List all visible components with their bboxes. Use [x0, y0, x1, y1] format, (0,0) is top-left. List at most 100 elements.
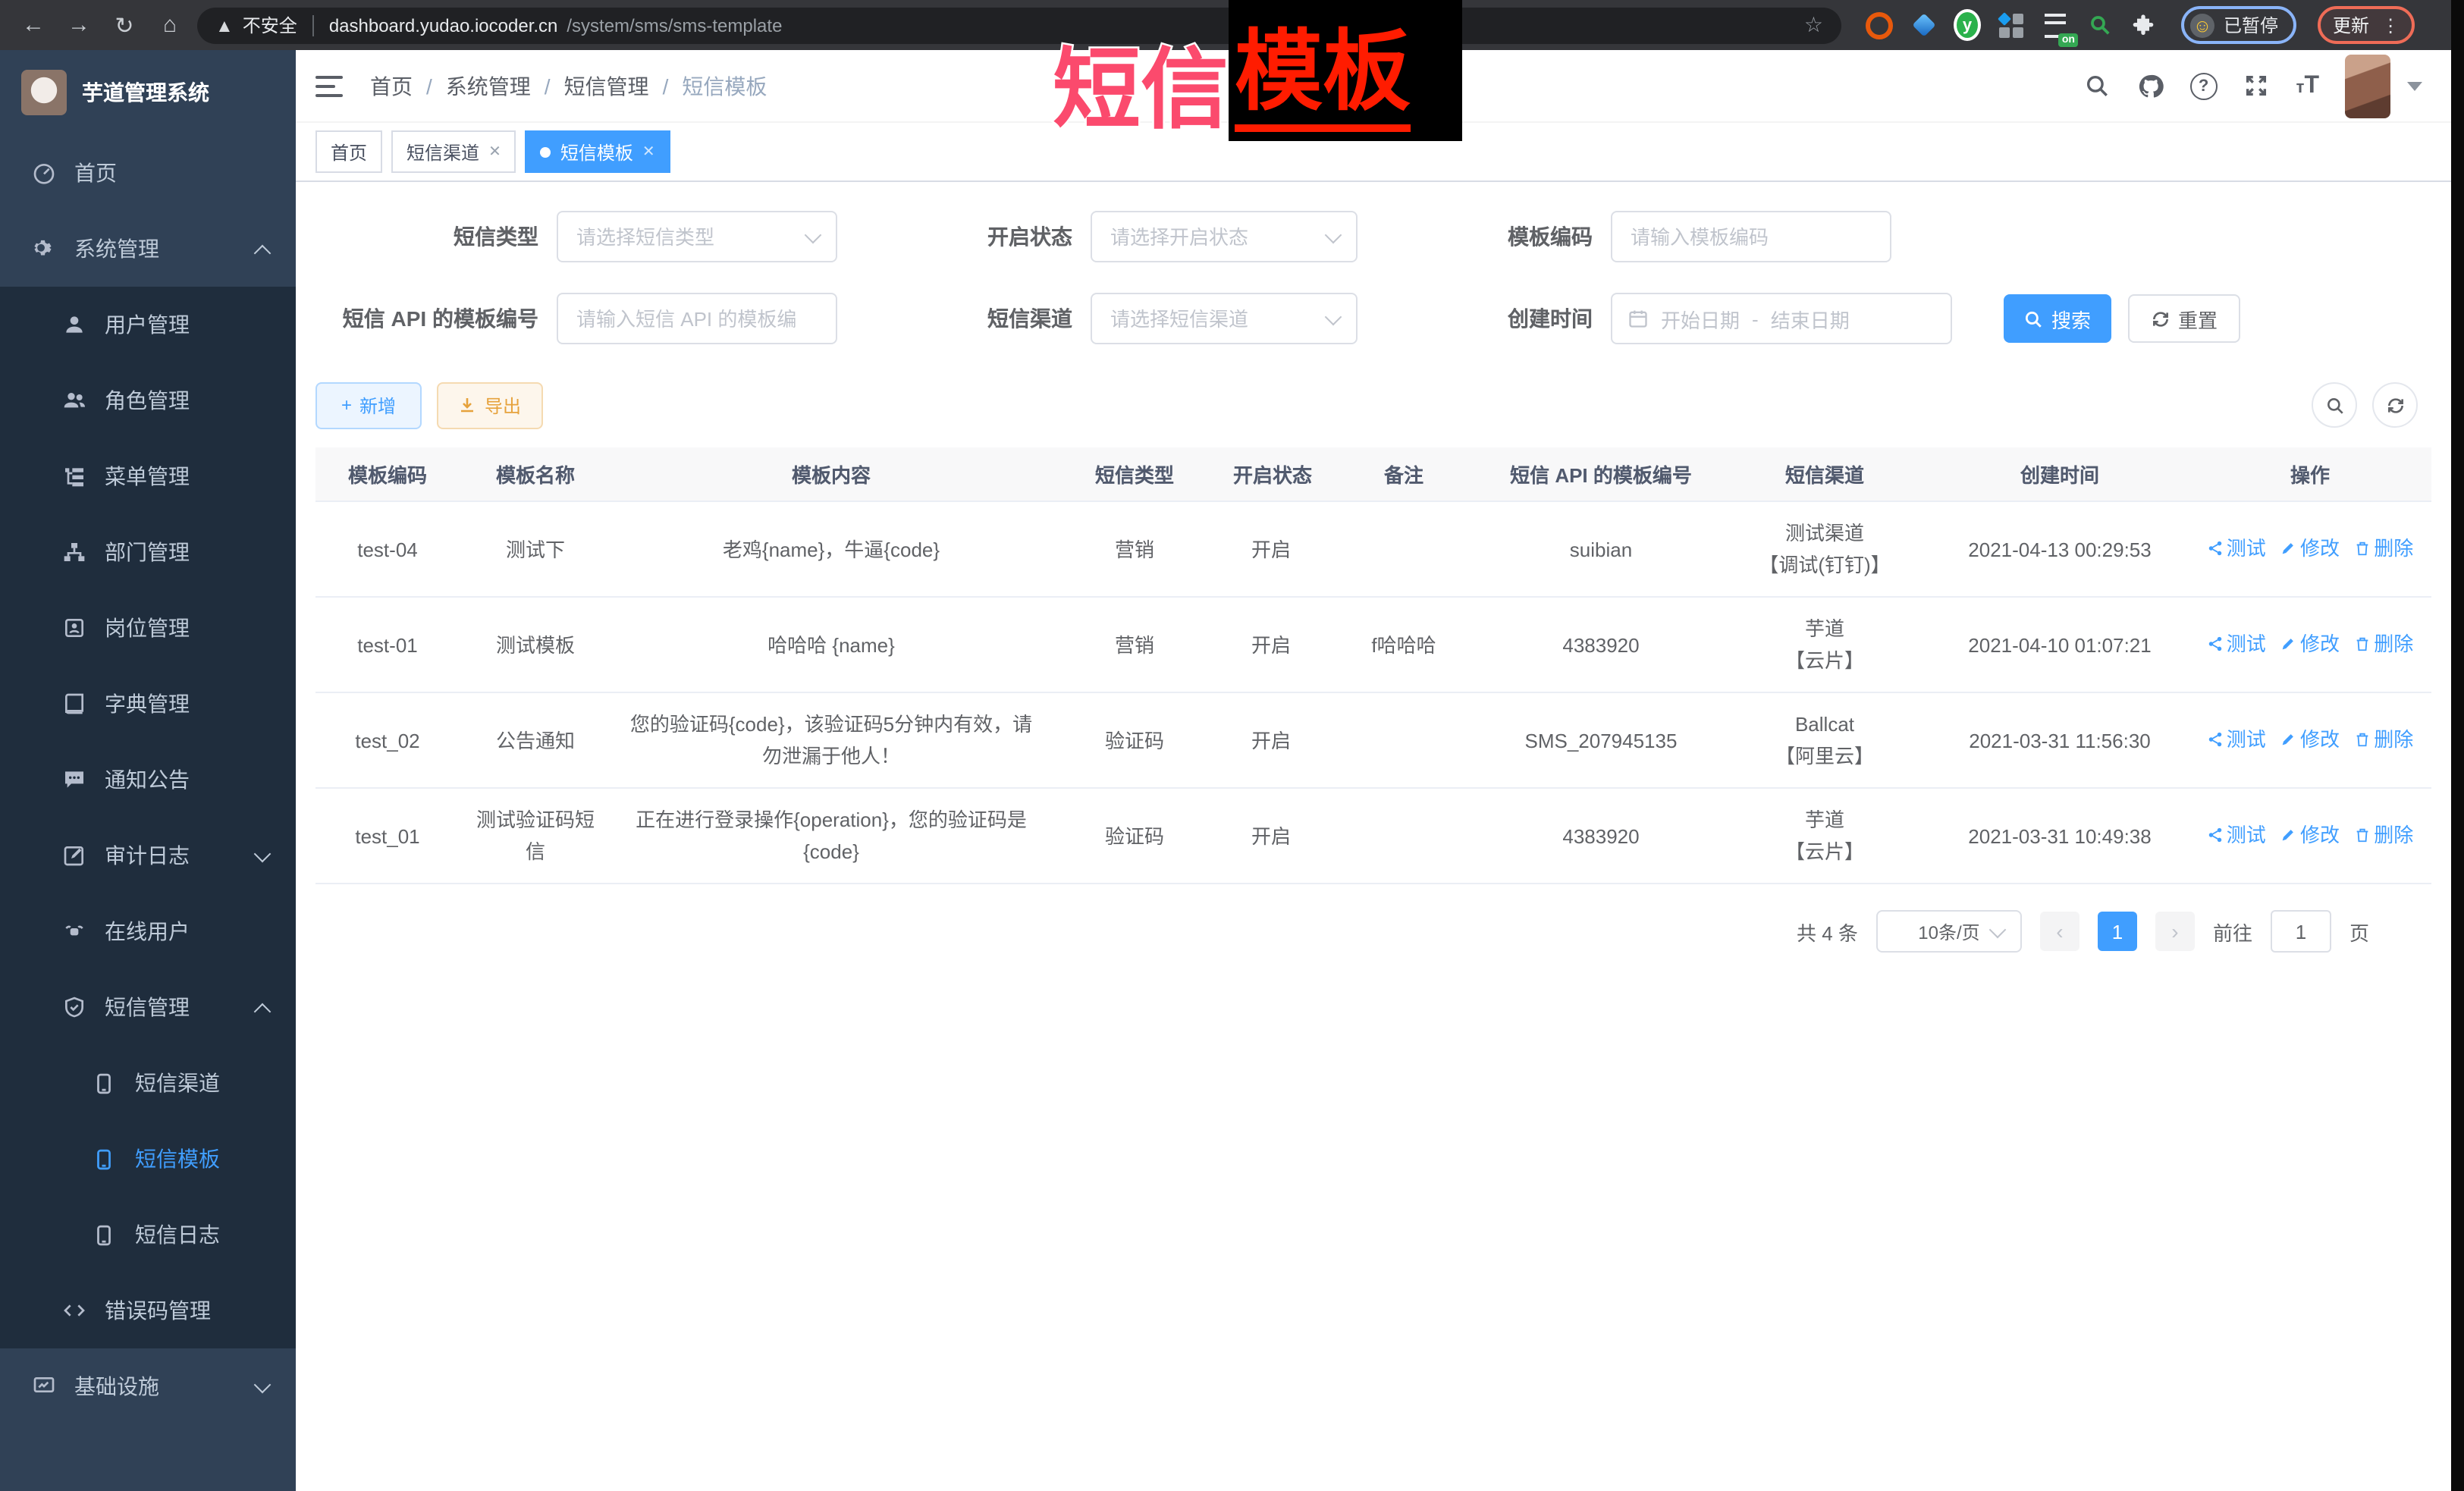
avatar-caret-icon[interactable] [2407, 81, 2422, 90]
export-button[interactable]: 导出 [437, 381, 543, 428]
user-avatar[interactable] [2345, 54, 2390, 118]
sidebar-item-departments[interactable]: 部门管理 [0, 514, 296, 590]
test-link[interactable]: 测试 [2207, 532, 2266, 564]
close-icon[interactable]: ✕ [488, 143, 501, 160]
edit-icon [2280, 636, 2297, 652]
test-link[interactable]: 测试 [2207, 724, 2266, 755]
browser-home-icon[interactable]: ⌂ [152, 7, 188, 43]
trash-icon [2354, 731, 2371, 748]
create-time-range-picker[interactable]: 开始日期 - 结束日期 [1611, 293, 1952, 344]
close-icon[interactable]: ✕ [642, 143, 655, 160]
add-button[interactable]: + 新增 [315, 381, 422, 428]
edit-link[interactable]: 修改 [2280, 532, 2340, 564]
extension-grid-icon[interactable] [1998, 11, 2025, 39]
screen: ← → ↻ ⌂ ▲ 不安全 dashboard.yudao.iocoder.cn… [0, 0, 2464, 1491]
col-type: 短信类型 [1051, 447, 1218, 501]
refresh-button[interactable] [2372, 382, 2418, 428]
sidebar-item-dicts[interactable]: 字典管理 [0, 666, 296, 742]
extension-blue-gem-icon[interactable] [1910, 11, 1937, 39]
help-icon[interactable]: ? [2190, 72, 2218, 99]
table-row: test-04 测试下 老鸡{name}，牛逼{code} 营销 开启 suib… [315, 501, 2431, 597]
status-select[interactable] [1091, 211, 1358, 262]
sidebar-item-users[interactable]: 用户管理 [0, 287, 296, 363]
goto-page-input[interactable]: 1 [2271, 910, 2331, 953]
tab-sms-channel[interactable]: 短信渠道 ✕ [391, 130, 516, 173]
browser-update-button[interactable]: 更新 ⋮ [2318, 6, 2415, 44]
delete-link[interactable]: 删除 [2354, 724, 2413, 755]
goto-label: 前往 [2213, 917, 2252, 946]
api-template-id-input[interactable] [557, 293, 837, 344]
sidebar-item-posts[interactable]: 岗位管理 [0, 590, 296, 666]
org-tree-icon [61, 539, 86, 565]
sms-type-select[interactable] [557, 211, 837, 262]
delete-link[interactable]: 删除 [2354, 819, 2413, 851]
sidebar-logo[interactable]: 芋道管理系统 [0, 50, 296, 135]
delete-link[interactable]: 删除 [2354, 532, 2413, 564]
bookmark-star-icon[interactable]: ☆ [1804, 12, 1823, 38]
breadcrumb-sms[interactable]: 短信管理 [564, 71, 649, 101]
search-button[interactable]: 搜索 [2004, 294, 2111, 343]
browser-menu-dots-icon[interactable]: ⋮ [2381, 14, 2400, 36]
online-users-icon [61, 918, 86, 944]
breadcrumb-system[interactable]: 系统管理 [446, 71, 531, 101]
tab-home[interactable]: 首页 [315, 130, 382, 173]
edit-link[interactable]: 修改 [2280, 819, 2340, 851]
extensions-puzzle-icon[interactable] [2130, 11, 2157, 39]
extension-magnifier-icon[interactable] [2086, 11, 2113, 39]
extension-orange-ring-icon[interactable] [1866, 11, 1893, 39]
test-link[interactable]: 测试 [2207, 628, 2266, 660]
gear-icon [30, 236, 56, 262]
tab-sms-template[interactable]: 短信模板 ✕ [526, 130, 670, 173]
sidebar-item-notices[interactable]: 通知公告 [0, 742, 296, 818]
tag-view-bar: 首页 短信渠道 ✕ 短信模板 ✕ [296, 123, 2464, 182]
next-page-button[interactable]: › [2155, 912, 2195, 951]
chevron-up-icon [254, 1003, 272, 1021]
sidebar-item-infrastructure[interactable]: 基础设施 [0, 1348, 296, 1424]
font-size-icon[interactable]: тT [2296, 72, 2319, 99]
sms-channel-label: 短信渠道 [837, 303, 1091, 334]
sidebar-item-online-users[interactable]: 在线用户 [0, 893, 296, 969]
browser-forward-icon[interactable]: → [61, 7, 97, 43]
sidebar: 芋道管理系统 首页 系统管理 用户管理 角色管理 菜单管理 [0, 50, 296, 1491]
sms-channel-select[interactable] [1091, 293, 1358, 344]
breadcrumb-home[interactable]: 首页 [370, 71, 413, 101]
sidebar-item-sms[interactable]: 短信管理 [0, 969, 296, 1045]
sidebar-item-audit-log[interactable]: 审计日志 [0, 818, 296, 893]
sidebar-item-menus[interactable]: 菜单管理 [0, 438, 296, 514]
edit-link[interactable]: 修改 [2280, 628, 2340, 660]
shield-check-icon [61, 994, 86, 1020]
browser-reload-icon[interactable]: ↻ [106, 7, 143, 43]
header-search-icon[interactable] [2084, 72, 2111, 99]
trash-icon [2354, 540, 2371, 557]
sidebar-item-sms-channel[interactable]: 短信渠道 [0, 1045, 296, 1121]
profile-paused-label: 已暂停 [2224, 12, 2278, 38]
fullscreen-icon[interactable] [2243, 72, 2271, 99]
github-icon[interactable] [2137, 72, 2164, 99]
sidebar-item-roles[interactable]: 角色管理 [0, 363, 296, 438]
sidebar-item-sms-log[interactable]: 短信日志 [0, 1197, 296, 1273]
sidebar-item-sms-template[interactable]: 短信模板 [0, 1121, 296, 1197]
col-api-id: 短信 API 的模板编号 [1483, 447, 1719, 501]
browser-profile-paused-badge[interactable]: ☺ 已暂停 [2181, 6, 2296, 44]
template-code-input[interactable] [1611, 211, 1891, 262]
sidebar-collapse-icon[interactable] [315, 75, 343, 96]
test-link[interactable]: 测试 [2207, 819, 2266, 851]
reset-button[interactable]: 重置 [2128, 294, 2240, 343]
sms-template-table: 模板编码 模板名称 模板内容 短信类型 开启状态 备注 短信 API 的模板编号… [315, 447, 2431, 884]
show-search-button[interactable] [2312, 382, 2357, 428]
delete-link[interactable]: 删除 [2354, 628, 2413, 660]
extension-y-icon[interactable]: y [1954, 11, 1981, 39]
logo-image [21, 70, 67, 115]
prev-page-button[interactable]: ‹ [2040, 912, 2079, 951]
extension-list-on-icon[interactable]: on [2042, 11, 2069, 39]
sidebar-item-error-codes[interactable]: 错误码管理 [0, 1273, 296, 1348]
address-bar[interactable]: ▲ 不安全 dashboard.yudao.iocoder.cn/system/… [197, 7, 1841, 43]
breadcrumb: 首页 / 系统管理 / 短信管理 / 短信模板 [370, 71, 767, 101]
sidebar-item-system[interactable]: 系统管理 [0, 211, 296, 287]
edit-link[interactable]: 修改 [2280, 724, 2340, 755]
phone-icon [91, 1070, 117, 1096]
page-size-select[interactable]: 10条/页 [1876, 910, 2022, 953]
browser-back-icon[interactable]: ← [15, 7, 52, 43]
sidebar-item-home[interactable]: 首页 [0, 135, 296, 211]
page-number-button[interactable]: 1 [2098, 912, 2137, 951]
